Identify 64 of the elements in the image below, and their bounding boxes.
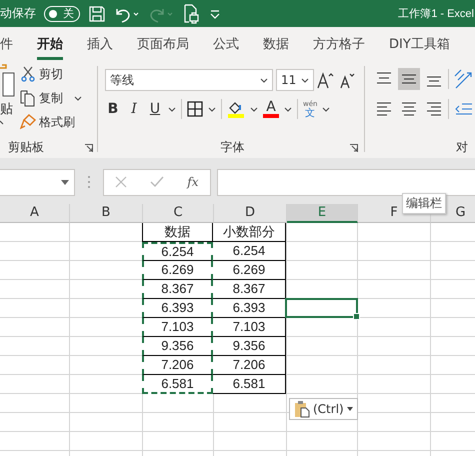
- table-cell: 6.581: [142, 375, 213, 394]
- selected-cell[interactable]: [285, 298, 358, 318]
- window-title: 工作簿1 - Excel: [398, 7, 474, 21]
- cut-button[interactable]: 剪切: [20, 64, 82, 84]
- table-cell: 6.393: [213, 299, 286, 318]
- align-middle-icon[interactable]: [398, 68, 420, 90]
- font-name-field[interactable]: 等线: [105, 69, 273, 91]
- italic-button[interactable]: I: [126, 101, 142, 117]
- dialog-launcher-icon[interactable]: [350, 144, 358, 152]
- borders-icon[interactable]: [187, 101, 203, 117]
- save-icon[interactable]: [88, 4, 106, 22]
- ribbon-tab[interactable]: 件: [0, 27, 13, 60]
- format-painter-button[interactable]: 格式刷: [20, 112, 82, 132]
- group-label: 剪贴板: [8, 138, 44, 156]
- table-cell: 6.393: [142, 299, 213, 318]
- bold-button[interactable]: B: [105, 101, 121, 117]
- scissors-icon: [20, 66, 36, 82]
- ribbon-tab[interactable]: 数据: [263, 27, 289, 60]
- tooltip: 编辑栏: [402, 193, 446, 214]
- print-preview-icon[interactable]: [182, 4, 200, 24]
- table-cell: 7.206: [142, 356, 213, 375]
- paste-button[interactable]: 贴: [0, 100, 13, 118]
- ribbon-tab[interactable]: 页面布局: [137, 27, 189, 60]
- autosave-label: 动保存: [0, 5, 36, 22]
- shrink-font-icon[interactable]: [338, 71, 356, 89]
- table-cell: 6.254: [142, 242, 213, 261]
- ribbon-tab[interactable]: 公式: [213, 27, 239, 60]
- insert-function-button[interactable]: fx: [187, 175, 199, 189]
- ribbon-tab[interactable]: DIY工具箱: [389, 27, 450, 60]
- table-cell: 6.269: [142, 261, 213, 280]
- copy-icon: [20, 90, 36, 106]
- table-cell: 6.254: [213, 242, 286, 261]
- dialog-launcher-icon[interactable]: [85, 144, 93, 152]
- clipboard-icon: [294, 400, 310, 418]
- group-label: 对: [456, 138, 468, 156]
- paste-options-button[interactable]: (Ctrl): [289, 398, 358, 420]
- formula-input[interactable]: [217, 168, 475, 196]
- group-label: 字体: [220, 138, 244, 156]
- table-cell: 小数部分: [213, 223, 286, 242]
- autosave-toggle[interactable]: 关: [44, 6, 80, 22]
- font-color-button[interactable]: A: [263, 100, 279, 118]
- ribbon-tab[interactable]: 插入: [87, 27, 113, 60]
- column-header[interactable]: E: [287, 204, 358, 223]
- orientation-icon[interactable]: [452, 68, 474, 90]
- table-cell: 9.356: [142, 337, 213, 356]
- underline-button[interactable]: U: [147, 101, 163, 117]
- paste-icon[interactable]: [0, 64, 16, 98]
- table-cell: 6.269: [213, 261, 286, 280]
- table-cell: 7.206: [213, 356, 286, 375]
- copy-button[interactable]: 复制: [20, 88, 82, 108]
- table-cell: 6.581: [213, 375, 286, 394]
- fill-color-icon[interactable]: [227, 100, 245, 118]
- grow-font-icon[interactable]: [317, 71, 335, 89]
- table-cell: 7.103: [142, 318, 213, 337]
- ribbon-tab[interactable]: 方方格子: [313, 27, 365, 60]
- font-size-field[interactable]: 11: [276, 69, 314, 91]
- check-icon[interactable]: [150, 176, 164, 188]
- table-cell: 9.356: [213, 337, 286, 356]
- table-cell: 7.103: [213, 318, 286, 337]
- grip-icon[interactable]: [87, 175, 91, 189]
- brush-icon: [20, 114, 36, 130]
- table-cell: 数据: [142, 223, 213, 242]
- table-cell: 8.367: [142, 280, 213, 299]
- table-cell: 8.367: [213, 280, 286, 299]
